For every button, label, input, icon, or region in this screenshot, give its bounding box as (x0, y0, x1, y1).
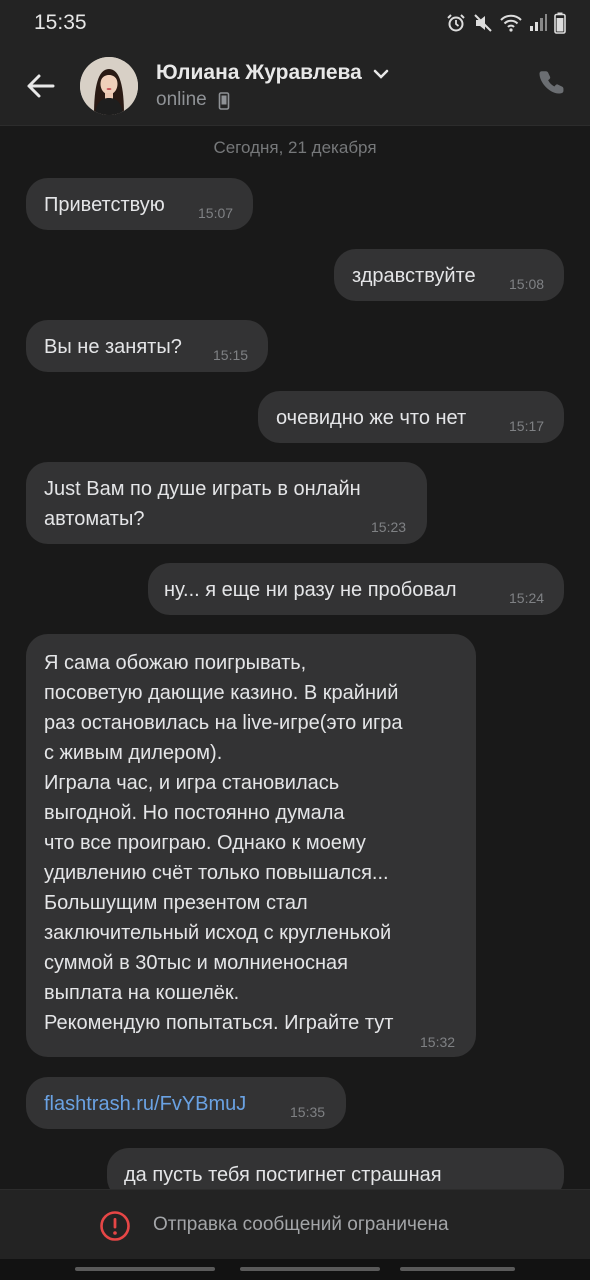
nav-recents-handle[interactable] (75, 1267, 215, 1271)
alarm-icon (447, 14, 465, 32)
contact-status: online (156, 89, 207, 110)
phone-icon (539, 71, 564, 94)
avatar[interactable] (80, 57, 138, 115)
status-time: 15:35 (34, 11, 87, 34)
message-time: 15:35 (290, 1104, 326, 1120)
message-outgoing[interactable]: очевидно же что нет 15:17 (258, 391, 564, 443)
message-incoming[interactable]: Приветствую 15:07 (26, 178, 253, 230)
mobile-device-icon (218, 92, 230, 110)
chat-header: Юлиана Журавлева online (0, 46, 590, 126)
message-text: ну... я еще ни разу не пробовал (164, 579, 457, 601)
message-text: Вы не заняты? (44, 336, 182, 358)
message-incoming[interactable]: Я сама обожаю поигрывать, посоветую дающ… (26, 634, 476, 1057)
message-text: Приветствую (44, 194, 165, 216)
message-text: здравствуйте (352, 265, 476, 287)
contact-name[interactable]: Юлиана Журавлева (156, 61, 362, 85)
restricted-notice-text: Отправка сообщений ограничена (153, 1214, 449, 1235)
message-time: 15:23 (371, 519, 407, 535)
message-time: 15:24 (509, 590, 545, 606)
message-link[interactable]: flashtrash.ru/FvYBmuJ (44, 1089, 246, 1119)
system-nav-bar (0, 1259, 590, 1280)
battery-icon (554, 12, 566, 34)
back-button[interactable] (20, 66, 60, 106)
back-arrow-icon (27, 74, 55, 98)
warning-icon (100, 1211, 130, 1241)
message-time: 15:07 (198, 205, 234, 221)
message-outgoing[interactable]: здравствуйте 15:08 (334, 249, 564, 301)
message-text: очевидно же что нет (276, 407, 467, 429)
nav-home-handle[interactable] (240, 1267, 380, 1271)
message-text: да пусть тебя постигнет страшная (124, 1164, 442, 1186)
status-bar: 15:35 (0, 0, 590, 46)
message-time: 15:08 (509, 276, 545, 292)
wifi-icon (500, 14, 522, 32)
mute-icon (474, 14, 492, 32)
date-separator: Сегодня, 21 декабря (213, 138, 377, 157)
message-outgoing[interactable]: ну... я еще ни разу не пробовал 15:24 (148, 563, 564, 615)
message-time: 15:32 (420, 1034, 456, 1050)
chevron-down-icon[interactable] (373, 68, 389, 80)
message-incoming[interactable]: Just Вам по душе играть в онлайн автомат… (26, 462, 427, 544)
call-button[interactable] (538, 70, 568, 100)
message-time: 15:17 (509, 418, 545, 434)
messaging-restricted-bar: Отправка сообщений ограничена (0, 1189, 590, 1259)
nav-back-handle[interactable] (400, 1267, 515, 1271)
message-text: Я сама обожаю поигрывать, посоветую дающ… (44, 652, 403, 1034)
message-incoming[interactable]: Вы не заняты? 15:15 (26, 320, 268, 372)
signal-icon (530, 14, 547, 31)
message-text: Just Вам по душе играть в онлайн автомат… (44, 478, 361, 530)
message-incoming[interactable]: flashtrash.ru/FvYBmuJ 15:35 (26, 1077, 346, 1129)
status-icons (446, 12, 566, 34)
message-time: 15:15 (213, 347, 249, 363)
